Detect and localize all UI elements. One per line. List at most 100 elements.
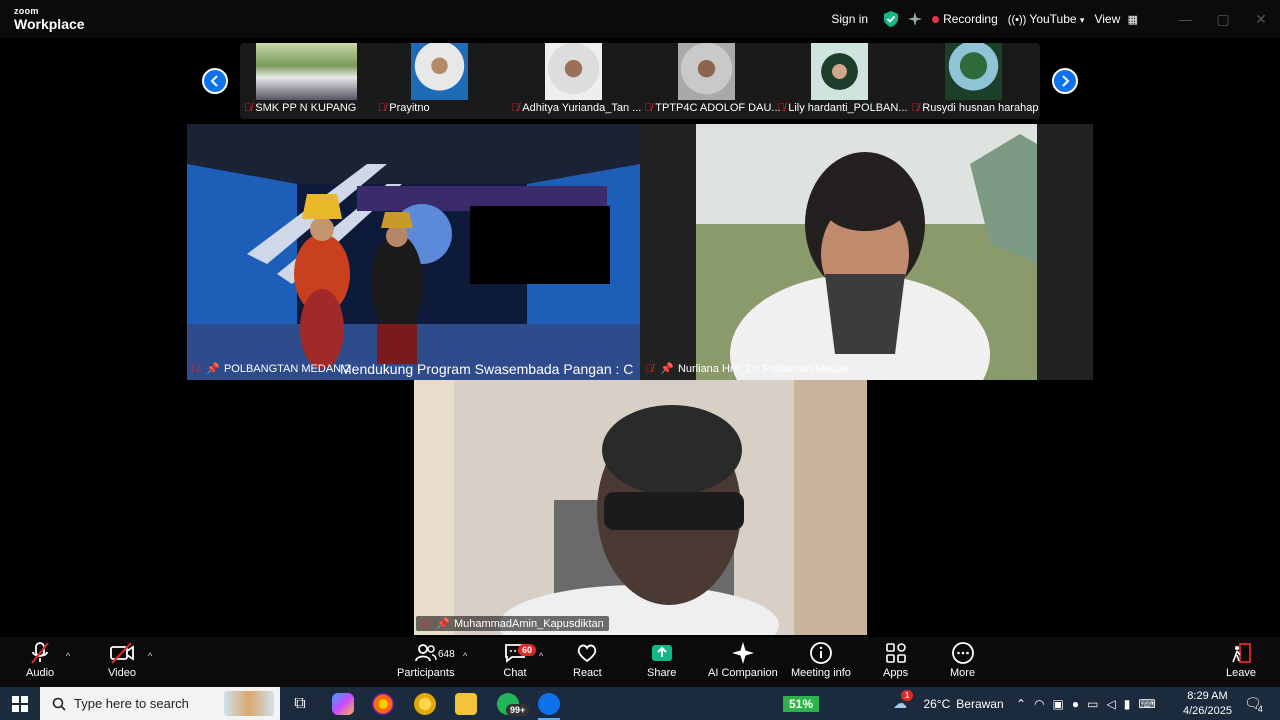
logo-small: zoom — [14, 6, 39, 16]
chrome-canary-icon[interactable] — [414, 693, 436, 715]
sparkle-icon[interactable] — [908, 12, 923, 26]
windows-start-icon[interactable] — [12, 696, 28, 712]
video-tile-woman[interactable]: 🎙̸ 📌 Nurliana Hrp_Dir Polbantan Medan — [640, 124, 1093, 380]
video-button[interactable]: Video — [108, 641, 136, 679]
react-button[interactable]: React — [573, 641, 602, 679]
display-icon[interactable]: ▭ — [1087, 697, 1098, 711]
share-screen-icon — [651, 645, 672, 661]
video-label: Video — [108, 667, 136, 679]
video-off-icon — [110, 642, 134, 664]
more-label: More — [950, 667, 976, 679]
participants-button[interactable]: Participants — [397, 641, 454, 679]
participant-name: Adhitya Yurianda_Tan ... — [522, 102, 642, 114]
speaker-icon[interactable]: ◁ — [1106, 697, 1115, 711]
microphone-icon[interactable]: ● — [1072, 697, 1079, 711]
grid-view-icon: ▦ — [1127, 14, 1138, 26]
zoom-app-icon[interactable] — [538, 693, 560, 715]
participant-thumbnail[interactable]: 🎙̸ SMK PP N KUPANG — [244, 43, 370, 119]
share-label: Share — [647, 667, 677, 679]
chevron-down-icon: ▾ — [1079, 15, 1085, 25]
meeting-info-button[interactable]: Meeting info — [791, 641, 851, 679]
recording-dot-icon — [932, 16, 940, 24]
weather-widget[interactable]: ☁ 1 26°C Berawan — [893, 687, 1004, 720]
battery-indicator[interactable]: 51% — [783, 687, 820, 720]
video-options-caret-icon[interactable]: ^ — [148, 651, 152, 661]
prev-page-button[interactable] — [202, 68, 228, 94]
minimize-icon[interactable]: — — [1166, 11, 1204, 27]
notifications-button[interactable]: 🗨 4 — [1244, 687, 1263, 720]
keyboard-icon[interactable]: ⌨ — [1138, 697, 1155, 711]
participant-video — [945, 43, 1002, 100]
taskbar-search-box[interactable]: Type here to search — [40, 687, 280, 720]
more-button[interactable]: More — [950, 641, 975, 679]
system-tray: ⌃ ◠ ▣ ● ▭ ◁ ▮ ⌨ — [1016, 687, 1156, 720]
video-tile-studio[interactable]: 🎙̸ 📌 POLBANGTAN MEDAN 2 — [187, 124, 640, 380]
windows-taskbar: Type here to search ⧉ 99+ 51% ☁ 1 26°C B… — [0, 687, 1280, 720]
apps-label: Apps — [883, 667, 909, 679]
participant-video — [411, 43, 468, 100]
whatsapp-badge: 99+ — [506, 704, 530, 716]
youtube-label: YouTube — [1029, 12, 1077, 26]
audio-options-caret-icon[interactable]: ^ — [66, 651, 70, 661]
participant-thumbnail[interactable]: 🎙̸ Prayitno — [378, 43, 504, 119]
view-menu[interactable]: View ▦ — [1094, 12, 1138, 26]
notification-count: 4 — [1257, 703, 1263, 714]
title-bar: zoom Workplace Sign in Recording ((•)) Y… — [0, 0, 1280, 38]
pin-icon: 📌 — [206, 363, 220, 375]
firefox-icon[interactable] — [372, 693, 394, 715]
participant-name: SMK PP N KUPANG — [255, 102, 357, 114]
participant-thumbnail[interactable]: 🎙̸ Lily hardanti_POLBAN... — [777, 43, 907, 119]
participant-thumbnail[interactable]: 🎙̸ TPTP4C ADOLOF DAU... — [644, 43, 781, 119]
copilot-icon[interactable] — [332, 693, 354, 715]
weather-text: Berawan — [956, 696, 1004, 711]
chat-caret-icon[interactable]: ^ — [539, 651, 543, 661]
recording-indicator[interactable]: Recording — [932, 12, 998, 26]
sign-in-link[interactable]: Sign in — [831, 12, 868, 26]
audio-button[interactable]: Audio — [26, 641, 54, 679]
ai-companion-button[interactable]: AI Companion — [708, 641, 778, 679]
leave-button[interactable]: Leave — [1226, 641, 1256, 679]
chevron-right-icon — [1062, 75, 1070, 87]
mic-muted-icon: 🎙̸ — [777, 102, 786, 114]
participants-caret-icon[interactable]: ^ — [463, 651, 467, 661]
info-icon — [810, 642, 832, 664]
participant-thumbnail[interactable]: 🎙̸ Rusydi husnan harahap — [911, 43, 1041, 119]
studio-video — [187, 124, 640, 380]
next-page-button[interactable] — [1052, 68, 1078, 94]
power-icon[interactable]: ▮ — [1124, 697, 1131, 711]
security-shield-icon[interactable] — [884, 11, 899, 27]
participant-video — [545, 43, 602, 100]
camera-icon[interactable]: ▣ — [1053, 697, 1064, 711]
clock[interactable]: 8:29 AM 4/26/2025 — [1183, 687, 1232, 720]
clock-date: 4/26/2025 — [1183, 704, 1232, 717]
mic-muted-icon: 🎙̸ — [244, 102, 253, 114]
video-tile-man[interactable]: 🎙̸ 📌 MuhammadAmin_Kapusdiktan — [414, 380, 867, 635]
weather-temp: 26°C — [923, 696, 951, 711]
mic-muted-icon: 🎙̸ — [644, 102, 653, 114]
studio-caption: Mendukung Program Swasembada Pangan : C — [340, 361, 634, 377]
youtube-stream-menu[interactable]: ((•)) YouTube ▾ — [1008, 12, 1085, 26]
more-icon — [951, 642, 974, 664]
search-placeholder: Type here to search — [74, 696, 189, 711]
apps-button[interactable]: Apps — [883, 641, 908, 679]
participant-thumbnail[interactable]: 🎙̸ Adhitya Yurianda_Tan ... — [511, 43, 641, 119]
pin-icon: 📌 — [436, 618, 450, 630]
tile-name-label: 🎙̸ 📌 Nurliana Hrp_Dir Polbantan Medan — [645, 362, 849, 376]
mic-muted-icon — [31, 642, 49, 664]
file-explorer-icon[interactable] — [455, 693, 477, 715]
view-label: View — [1094, 12, 1121, 26]
share-button[interactable]: Share — [647, 641, 676, 679]
close-icon[interactable]: ✕ — [1242, 11, 1280, 28]
tray-overflow-icon[interactable]: ⌃ — [1016, 697, 1026, 711]
participants-label: Participants — [397, 667, 455, 679]
mic-muted-icon: 🎙̸ — [645, 362, 654, 375]
participant-name: Lily hardanti_POLBAN... — [788, 102, 908, 114]
task-view-icon[interactable]: ⧉ — [289, 693, 311, 715]
recording-label: Recording — [943, 12, 998, 26]
ai-sparkle-icon — [731, 642, 754, 664]
network-icon[interactable]: ◠ — [1034, 697, 1044, 711]
chat-badge: 60 — [518, 644, 537, 656]
battery-percentage: 51% — [783, 695, 820, 712]
maximize-icon[interactable]: ▢ — [1204, 11, 1242, 28]
participant-video — [811, 43, 868, 100]
